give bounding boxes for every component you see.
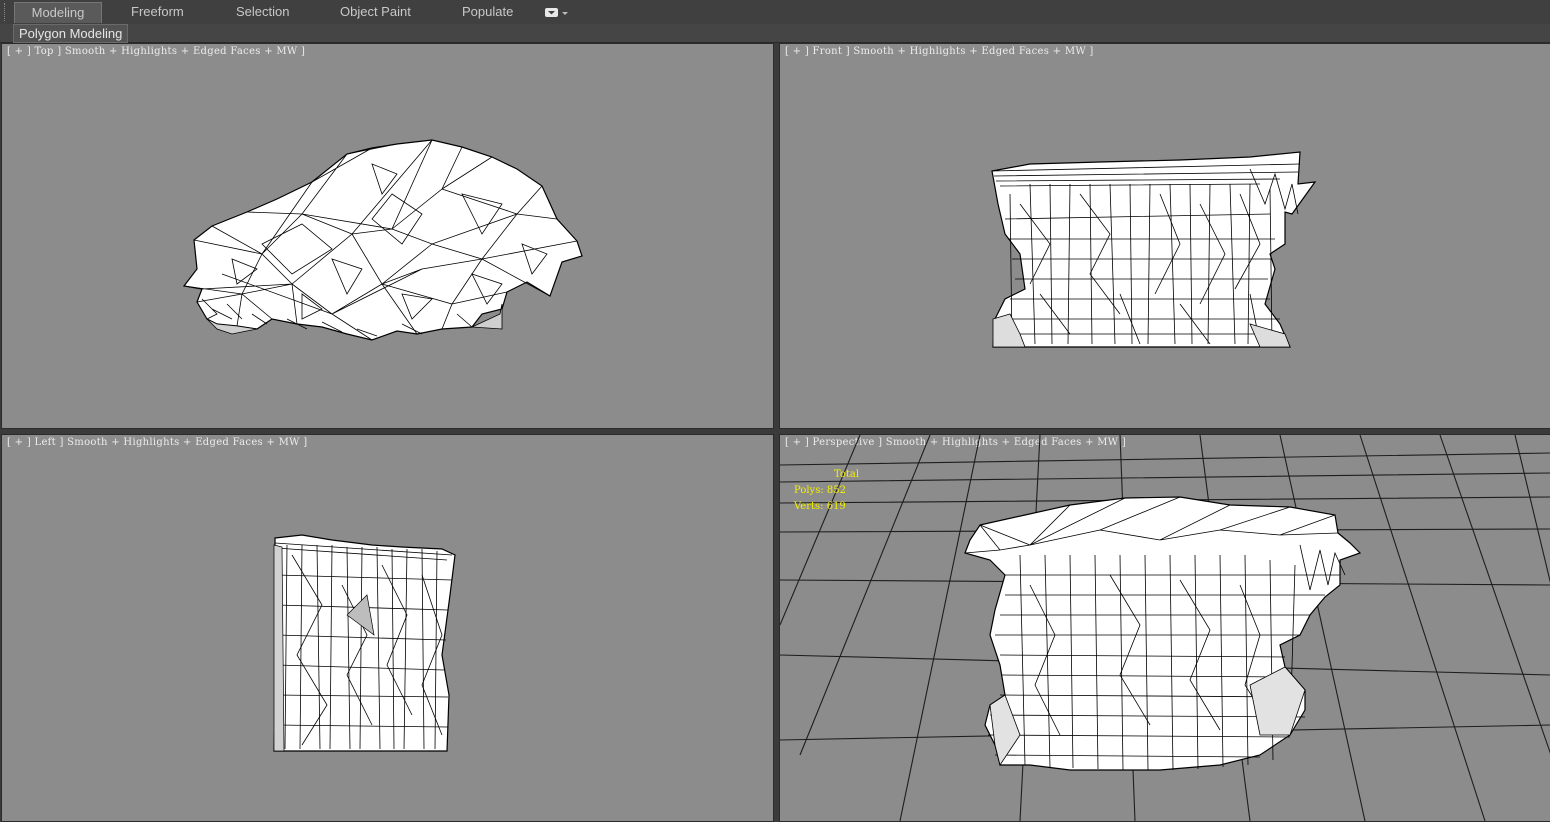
ribbon-options-dropdown[interactable] bbox=[544, 6, 570, 18]
stats-header: Total bbox=[834, 469, 860, 480]
tab-modeling[interactable]: Modeling bbox=[14, 2, 102, 23]
ribbon-toolbar: Modeling Freeform Selection Object Paint… bbox=[0, 0, 1550, 25]
chevron-down-icon bbox=[545, 8, 568, 17]
ribbon-grip[interactable] bbox=[4, 3, 8, 21]
mesh-front bbox=[991, 151, 1317, 348]
viewport-left[interactable]: [ + ] Left ] Smooth + Highlights + Edged… bbox=[1, 434, 774, 822]
ribbon-subbar: Polygon Modeling bbox=[0, 24, 1550, 43]
perspective-grid bbox=[780, 435, 1550, 821]
tab-selection[interactable]: Selection bbox=[236, 2, 289, 22]
stats-verts: Verts: 619 bbox=[794, 501, 846, 512]
mesh-perspective bbox=[964, 496, 1362, 771]
tab-populate[interactable]: Populate bbox=[462, 2, 513, 22]
mesh-top bbox=[182, 139, 583, 341]
mesh-left bbox=[273, 534, 456, 752]
stats-polys: Polys: 852 bbox=[794, 485, 846, 496]
polygon-modeling-panel[interactable]: Polygon Modeling bbox=[13, 24, 129, 43]
tab-freeform[interactable]: Freeform bbox=[131, 2, 184, 22]
viewport-front[interactable]: [ + ] Front ] Smooth + Highlights + Edge… bbox=[779, 43, 1550, 429]
viewport-perspective[interactable]: [ + ] Perspective ] Smooth + Highlights … bbox=[779, 434, 1550, 822]
viewport-top[interactable]: [ + ] Top ] Smooth + Highlights + Edged … bbox=[1, 43, 774, 429]
tab-object-paint[interactable]: Object Paint bbox=[340, 2, 411, 22]
